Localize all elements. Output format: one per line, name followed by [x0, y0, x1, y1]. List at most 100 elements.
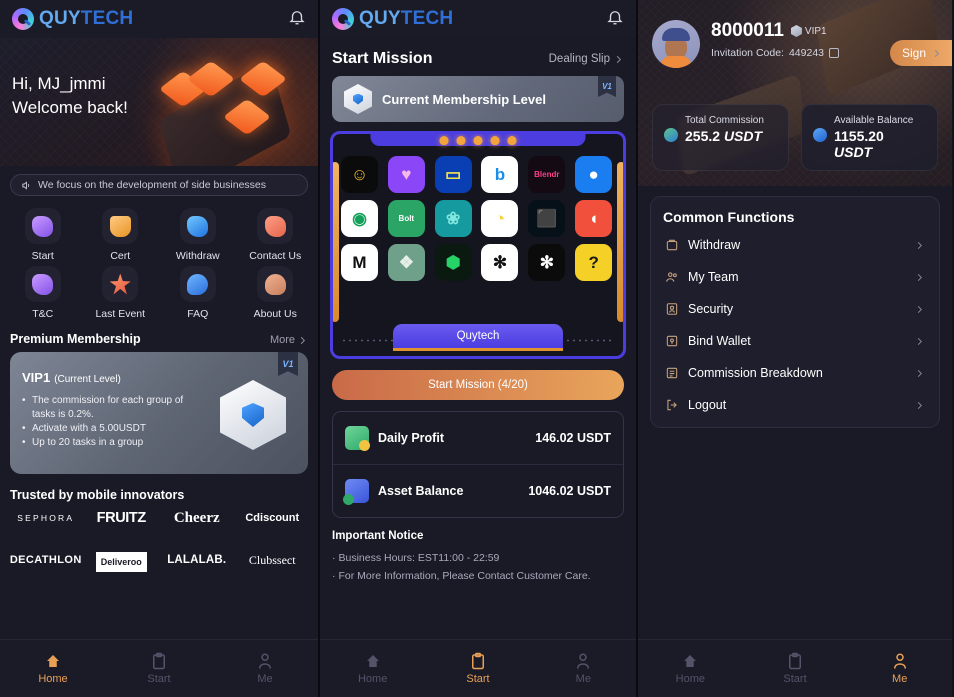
clipboard-icon: [153, 652, 165, 670]
quick-action-contact-us[interactable]: Contact Us: [239, 208, 313, 262]
daily-profit-value: 146.02 USDT: [535, 431, 611, 445]
clipboard-icon: [471, 652, 484, 670]
brand-logo: Cheerz: [173, 510, 220, 526]
hex-icon[interactable]: ⬢: [434, 244, 472, 281]
home-topbar: QUYTECH: [0, 0, 318, 38]
badoo-icon[interactable]: ♥: [387, 156, 425, 193]
certificate-icon: [102, 208, 139, 244]
start-stats-card: Daily Profit 146.02 USDT Asset Balance 1…: [332, 411, 624, 518]
notice-title: Important Notice: [332, 530, 424, 542]
tab-me[interactable]: Me: [847, 652, 952, 685]
membership-shield-icon: [344, 84, 372, 114]
tab-me[interactable]: Me: [212, 652, 318, 685]
chevron-right-icon: [934, 49, 940, 57]
stat-row-asset-balance: Asset Balance 1046.02 USDT: [333, 464, 623, 517]
dealing-slip-link[interactable]: Dealing Slip: [549, 53, 624, 65]
quick-action-faq[interactable]: FAQ: [161, 266, 235, 320]
mobile-app-icon[interactable]: ◉: [341, 200, 378, 237]
tab-home[interactable]: Home: [638, 652, 743, 685]
machine-right-rail: [617, 162, 623, 322]
notification-bell-icon[interactable]: [606, 8, 624, 31]
invitation-code: 449243: [788, 47, 825, 59]
important-notice: Important Notice Business Hours: EST11:0…: [320, 518, 636, 585]
quick-actions-grid: Start Cert Withdraw Contact Us T&C Last …: [0, 196, 318, 320]
notification-bell-icon[interactable]: [288, 8, 306, 31]
chevron-right-icon: [917, 305, 922, 313]
membership-card-label: Current Membership Level: [382, 91, 546, 107]
qrcode-icon[interactable]: ⬛: [528, 200, 566, 237]
quick-action-last-event[interactable]: Last Event: [84, 266, 158, 320]
notice-line: For More Information, Please Contact Cus…: [332, 567, 624, 585]
list-item: Up to 20 tasks in a group: [22, 436, 202, 450]
copy-icon[interactable]: [829, 48, 840, 58]
tab-start[interactable]: Start: [106, 652, 212, 685]
chevron-right-icon: [917, 337, 922, 345]
question-icon[interactable]: ?: [575, 244, 613, 281]
vip-level-card[interactable]: V1 VIP1(Current Level) The commission fo…: [10, 352, 308, 474]
blendr-icon[interactable]: Blendr: [528, 156, 566, 193]
premium-more-link[interactable]: More: [270, 334, 308, 346]
m-icon[interactable]: M: [341, 244, 378, 281]
happn-icon[interactable]: ●: [575, 156, 613, 193]
function-row-logout[interactable]: Logout: [663, 389, 927, 421]
start-tabbar: Home Start Me: [320, 639, 636, 697]
cluster-icon[interactable]: ❖: [387, 244, 425, 281]
quick-action-about-us[interactable]: About Us: [239, 266, 313, 320]
flower-icon[interactable]: ❀: [434, 200, 472, 237]
function-row-my-team[interactable]: My Team: [663, 261, 927, 293]
firefox-icon[interactable]: ◖: [575, 200, 613, 237]
bumble-icon[interactable]: ☺: [341, 156, 378, 193]
logo-wordmark: QUYTECH: [39, 8, 134, 29]
clipboard-icon: [789, 652, 801, 670]
anthropic-icon[interactable]: ✻: [528, 244, 566, 281]
bolt-icon[interactable]: Bolt: [387, 200, 425, 237]
quick-action-tc[interactable]: T&C: [6, 266, 80, 320]
membership-level-card[interactable]: Current Membership Level V1: [332, 76, 624, 122]
tab-start[interactable]: Start: [743, 652, 848, 685]
start-header: Start Mission Dealing Slip: [320, 38, 636, 76]
bing-icon[interactable]: b: [481, 156, 519, 193]
hero-illustration: [144, 50, 314, 166]
smiley-icon[interactable]: ◔: [481, 200, 519, 237]
openai-icon[interactable]: ✻: [481, 244, 519, 281]
function-row-security[interactable]: Security: [663, 293, 927, 325]
chevron-right-icon: [917, 241, 922, 249]
quick-action-cert[interactable]: Cert: [84, 208, 158, 262]
machine-left-rail: [333, 162, 339, 322]
app-logo: QUYTECH: [332, 8, 453, 30]
function-row-bind-wallet[interactable]: Bind Wallet: [663, 325, 927, 357]
avatar[interactable]: [652, 20, 700, 68]
asset-balance-value: 1046.02 USDT: [528, 484, 611, 498]
announcement-marquee[interactable]: We focus on the development of side busi…: [10, 174, 308, 196]
sign-button[interactable]: Sign: [889, 40, 952, 66]
logo-wordmark: QUYTECH: [359, 8, 454, 29]
brand-logo: Cdiscount: [245, 512, 300, 524]
tag-icon[interactable]: ▭: [434, 156, 472, 193]
available-balance-card[interactable]: Available Balance 1155.20 USDT: [801, 104, 938, 171]
brand-logo: SEPHORA: [17, 513, 75, 523]
tab-home[interactable]: Home: [0, 652, 106, 685]
tab-start[interactable]: Start: [425, 652, 530, 685]
premium-title: Premium Membership: [10, 332, 141, 346]
withdraw-icon: [179, 208, 216, 244]
quick-action-withdraw[interactable]: Withdraw: [161, 208, 235, 262]
document-icon: [24, 208, 61, 244]
chevron-right-icon: [917, 369, 922, 377]
chevron-right-icon: [917, 401, 922, 409]
commission-icon: [664, 128, 678, 142]
greeting-line-1: Hi, MJ_jmmi: [12, 74, 106, 93]
home-icon: [684, 655, 697, 667]
list-icon: [666, 367, 678, 379]
notice-line: Business Hours: EST11:00 - 22:59: [332, 549, 624, 567]
tab-home[interactable]: Home: [320, 652, 425, 685]
people-icon: [257, 266, 294, 302]
total-commission-card[interactable]: Total Commission 255.2 USDT: [652, 104, 789, 171]
function-row-commission-breakdown[interactable]: Commission Breakdown: [663, 357, 927, 389]
common-functions-title: Common Functions: [663, 209, 795, 225]
home-icon: [47, 655, 59, 667]
function-row-withdraw[interactable]: Withdraw: [663, 229, 927, 261]
quick-action-start[interactable]: Start: [6, 208, 80, 262]
tab-me[interactable]: Me: [531, 652, 636, 685]
task-slot-machine: ☺ ♥ ▭ b Blendr ● ◉ Bolt ❀ ◔ ⬛ ◖ M ❖ ⬢ ✻ ✻? Quytech: [330, 131, 626, 359]
start-mission-button[interactable]: Start Mission (4/20): [332, 370, 624, 400]
